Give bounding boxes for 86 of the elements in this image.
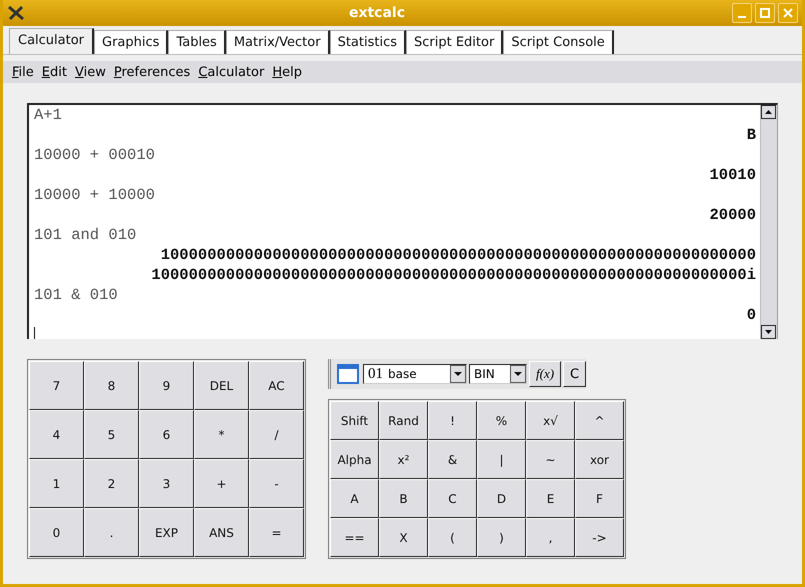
result-line: B <box>746 125 756 145</box>
dropdown-icon[interactable] <box>510 365 526 383</box>
scroll-down-icon[interactable] <box>761 325 776 339</box>
function-key[interactable]: x√ <box>526 401 575 440</box>
function-key[interactable]: xor <box>575 440 624 479</box>
function-key[interactable]: % <box>477 401 526 440</box>
tab[interactable]: Statistics <box>330 30 406 54</box>
menu-item[interactable]: View <box>72 64 109 80</box>
result-line: 20000 <box>708 205 756 225</box>
scrollbar[interactable] <box>760 105 777 339</box>
mode-select[interactable]: BIN <box>469 364 527 384</box>
expression-line: A+1 <box>34 105 63 125</box>
maximize-icon <box>760 8 770 18</box>
keypad-key[interactable]: 9 <box>139 361 194 410</box>
function-key[interactable]: ) <box>477 518 526 557</box>
function-key[interactable]: ~ <box>526 440 575 479</box>
menu-item[interactable]: Edit <box>38 64 70 80</box>
window-title: extcalc <box>348 5 406 21</box>
expression-line: 10000 + 00010 <box>34 145 156 165</box>
function-key[interactable]: Rand <box>379 401 428 440</box>
tab[interactable]: Graphics <box>94 30 168 54</box>
function-key[interactable]: ( <box>428 518 477 557</box>
scroll-up-icon[interactable] <box>761 105 776 119</box>
keypad-key[interactable]: 3 <box>139 459 194 508</box>
base-select[interactable]: 01 base <box>363 364 467 384</box>
base-label: 01 base <box>368 366 417 382</box>
expression-line: 10000 + 10000 <box>34 185 156 205</box>
keypad-key[interactable]: 7 <box>29 361 84 410</box>
result-line: 1000000000000000000000000000000000000000000000000000000000000000i <box>150 265 756 285</box>
function-key[interactable]: ^ <box>575 401 624 440</box>
close-icon <box>783 8 793 18</box>
menu-item[interactable]: Calculator <box>195 64 268 80</box>
function-key[interactable]: E <box>526 479 575 518</box>
function-key[interactable]: -> <box>575 518 624 557</box>
result-line: 10010 <box>708 165 756 185</box>
tab[interactable]: Tables <box>168 30 226 54</box>
expression-line: 101 and 010 <box>34 225 138 245</box>
minimize-icon <box>738 16 746 18</box>
keypad-key[interactable]: 1 <box>29 459 84 508</box>
function-key[interactable]: == <box>330 518 379 557</box>
result-line: 1000000000000000000000000000000000000000000000000000000000000000 <box>160 245 756 265</box>
keypad-key[interactable]: - <box>249 459 304 508</box>
function-key[interactable]: F <box>575 479 624 518</box>
function-key[interactable]: x² <box>379 440 428 479</box>
keypad-key[interactable]: ANS <box>194 508 249 557</box>
keypad-key[interactable]: DEL <box>194 361 249 410</box>
window-icon[interactable] <box>335 361 361 387</box>
keypad-key[interactable]: 4 <box>29 410 84 459</box>
function-button[interactable]: f(x) <box>529 361 562 387</box>
function-key[interactable]: C <box>428 479 477 518</box>
function-key[interactable]: Alpha <box>330 440 379 479</box>
keypad-key[interactable]: * <box>194 410 249 459</box>
menu-item[interactable]: Preferences <box>110 64 194 80</box>
mode-label: BIN <box>474 367 495 381</box>
function-key[interactable]: B <box>379 479 428 518</box>
keypad-key[interactable]: / <box>249 410 304 459</box>
dropdown-icon[interactable] <box>450 365 466 383</box>
result-line: 0 <box>746 305 756 325</box>
expression-line: 101 & 010 <box>34 285 119 305</box>
tab[interactable]: Script Editor <box>406 30 504 54</box>
keypad-key[interactable]: + <box>194 459 249 508</box>
function-key[interactable]: D <box>477 479 526 518</box>
function-key[interactable]: A <box>330 479 379 518</box>
keypad-key[interactable]: = <box>249 508 304 557</box>
keypad-key[interactable]: 6 <box>139 410 194 459</box>
keypad-key[interactable]: AC <box>249 361 304 410</box>
text-cursor <box>34 327 35 339</box>
keypad-key[interactable]: EXP <box>139 508 194 557</box>
menu-item[interactable]: File <box>9 64 37 80</box>
tab[interactable]: Matrix/Vector <box>226 30 330 54</box>
function-key[interactable]: | <box>477 440 526 479</box>
tab[interactable]: Script Console <box>503 30 614 54</box>
keypad-key[interactable]: 5 <box>84 410 139 459</box>
function-key[interactable]: Shift <box>330 401 379 440</box>
app-icon <box>7 4 25 22</box>
function-key[interactable]: ! <box>428 401 477 440</box>
function-key[interactable]: , <box>526 518 575 557</box>
tab[interactable]: Calculator <box>9 28 94 54</box>
function-key[interactable]: & <box>428 440 477 479</box>
menu-item[interactable]: Help <box>269 64 305 80</box>
clear-button[interactable]: C <box>563 361 586 387</box>
keypad-key[interactable]: 2 <box>84 459 139 508</box>
keypad-key[interactable]: . <box>84 508 139 557</box>
keypad-key[interactable]: 8 <box>84 361 139 410</box>
keypad-key[interactable]: 0 <box>29 508 84 557</box>
function-key[interactable]: X <box>379 518 428 557</box>
